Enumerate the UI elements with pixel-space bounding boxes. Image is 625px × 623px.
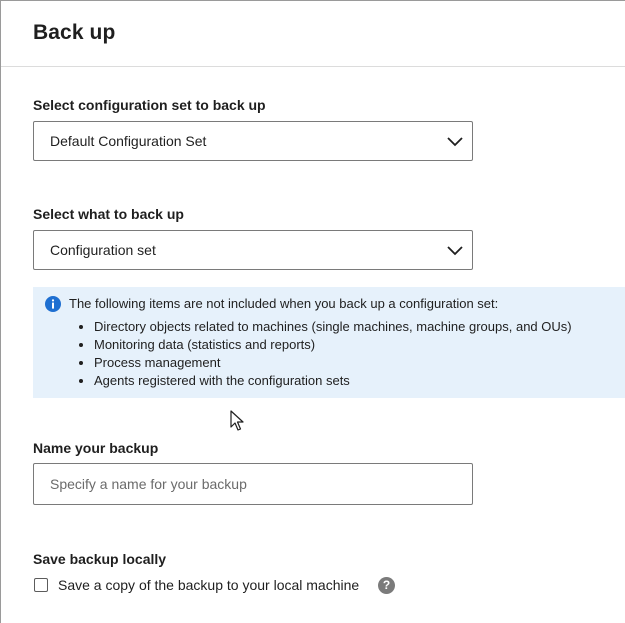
mouse-cursor-icon bbox=[230, 410, 244, 431]
backup-what-label: Select what to back up bbox=[33, 206, 184, 222]
save-locally-label: Save backup locally bbox=[33, 551, 167, 567]
backup-name-input[interactable] bbox=[33, 463, 473, 505]
save-local-copy-checkbox-label[interactable]: Save a copy of the backup to your local … bbox=[58, 577, 359, 593]
config-set-label: Select configuration set to back up bbox=[33, 97, 266, 113]
page-title: Back up bbox=[33, 21, 116, 44]
save-local-copy-checkbox[interactable] bbox=[34, 578, 48, 592]
config-set-selected-value: Default Configuration Set bbox=[50, 133, 207, 149]
info-icon bbox=[45, 296, 61, 312]
chevron-down-icon bbox=[447, 246, 463, 256]
backup-what-selected-value: Configuration set bbox=[50, 242, 156, 258]
info-lead-text: The following items are not included whe… bbox=[69, 296, 499, 311]
list-item: Directory objects related to machines (s… bbox=[94, 318, 572, 336]
excluded-items-list: Directory objects related to machines (s… bbox=[77, 318, 572, 390]
chevron-down-icon bbox=[447, 137, 463, 147]
panel-header: Back up bbox=[1, 1, 625, 67]
backup-name-label: Name your backup bbox=[33, 440, 159, 456]
list-item: Monitoring data (statistics and reports) bbox=[94, 336, 572, 354]
backup-panel: Back up Select configuration set to back… bbox=[0, 0, 625, 623]
list-item: Process management bbox=[94, 354, 572, 372]
info-message-box: The following items are not included whe… bbox=[33, 287, 625, 398]
help-icon[interactable]: ? bbox=[378, 577, 395, 594]
config-set-dropdown[interactable]: Default Configuration Set bbox=[33, 121, 473, 161]
backup-what-dropdown[interactable]: Configuration set bbox=[33, 230, 473, 270]
list-item: Agents registered with the configuration… bbox=[94, 372, 572, 390]
